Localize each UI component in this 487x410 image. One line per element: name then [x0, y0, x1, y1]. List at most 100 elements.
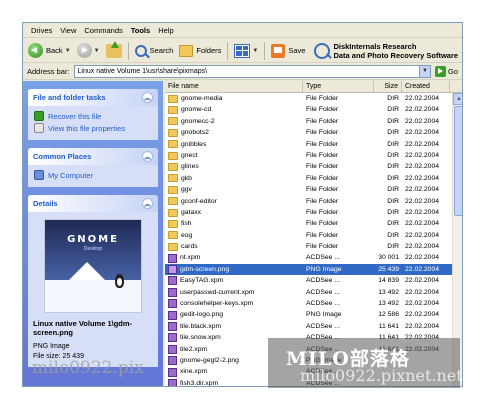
panel-header[interactable]: Details ︽ — [28, 195, 158, 212]
save-label: Save — [288, 46, 306, 55]
column-size[interactable]: Size — [374, 81, 402, 92]
menu-drives[interactable]: Drives — [27, 23, 56, 38]
cell-created: 22.02.2004 — [405, 186, 440, 194]
task-label: Recover this file — [48, 111, 102, 121]
cell-size: DIR — [387, 140, 399, 148]
cell-file-name: gdm-screen.png — [165, 264, 303, 275]
file-name-text: gedit-logo.png — [180, 311, 224, 319]
folder-icon — [168, 94, 178, 103]
cell-type: File Folder — [306, 106, 339, 114]
cell-created: 22.02.2004 — [405, 300, 440, 308]
address-input[interactable]: Linux native Volume 1\usr\share\pixmaps\… — [73, 65, 431, 78]
table-row[interactable]: gconf-editor File Folder DIR 22.02.2004 — [165, 196, 462, 207]
menu-view[interactable]: View — [56, 23, 80, 38]
table-row[interactable]: gnome-cd File Folder DIR 22.02.2004 — [165, 104, 462, 115]
preview-subtitle: Desktop — [83, 246, 103, 252]
cell-size: 13 492 — [378, 288, 399, 296]
column-created[interactable]: Created — [402, 81, 450, 92]
cell-size: DIR — [387, 129, 399, 137]
my-computer-link[interactable]: My Computer — [34, 169, 152, 181]
folder-icon — [168, 174, 178, 183]
cell-type: PNG Image — [306, 265, 342, 273]
table-row[interactable]: gnobots2 File Folder DIR 22.02.2004 — [165, 127, 462, 138]
cell-size: DIR — [387, 117, 399, 125]
table-row[interactable]: tile.black.xpm ACDSee ... 11 641 22.02.2004 — [165, 321, 462, 332]
image-file-icon — [168, 310, 177, 320]
recover-icon — [34, 111, 44, 121]
table-row[interactable]: eog File Folder DIR 22.02.2004 — [165, 230, 462, 241]
cell-type: File Folder — [306, 174, 339, 182]
column-type[interactable]: Type — [303, 81, 374, 92]
folder-icon — [168, 106, 178, 115]
table-row[interactable]: fish File Folder DIR 22.02.2004 — [165, 218, 462, 229]
cell-file-name: gconf-editor — [165, 196, 303, 207]
views-button[interactable]: ▼ — [231, 41, 261, 61]
table-row[interactable]: nt.xpm ACDSee ... 30 001 22.02.2004 — [165, 252, 462, 263]
table-row[interactable]: gedit-logo.png PNG Image 12 586 22.02.2004 — [165, 309, 462, 320]
table-row[interactable]: gnibbles File Folder DIR 22.02.2004 — [165, 139, 462, 150]
cell-type: File Folder — [306, 117, 339, 125]
menu-help[interactable]: Help — [154, 23, 177, 38]
up-folder-button[interactable] — [103, 40, 125, 61]
forward-button[interactable]: ▼ — [74, 41, 103, 61]
folders-label: Folders — [196, 46, 222, 55]
scroll-thumb[interactable] — [454, 106, 462, 216]
chevron-down-icon[interactable]: ▼ — [252, 48, 258, 54]
table-row[interactable]: ggv File Folder DIR 22.02.2004 — [165, 184, 462, 195]
cell-file-name: gnome-cd — [165, 104, 303, 115]
column-headers: File name Type Size Created — [165, 81, 462, 93]
brand-line-1: DiskInternals Research — [333, 41, 417, 51]
table-row[interactable]: userpasswd-current.xpm ACDSee ... 13 492 22… — [165, 287, 462, 298]
back-button[interactable]: Back ▼ — [25, 41, 74, 61]
scroll-up-icon[interactable]: ▲ — [453, 93, 462, 105]
collapse-chevron-icon[interactable]: ︽ — [142, 92, 153, 103]
folders-icon — [179, 44, 194, 57]
cell-file-name: gataxx — [165, 207, 303, 218]
image-file-icon — [168, 367, 177, 377]
search-label: Search — [149, 46, 174, 55]
cell-type: File Folder — [306, 151, 339, 159]
menu-commands[interactable]: Commands — [80, 23, 126, 38]
table-row[interactable]: cards File Folder DIR 22.02.2004 — [165, 241, 462, 252]
cell-file-name: gedit-logo.png — [165, 309, 303, 320]
properties-icon — [34, 123, 44, 133]
table-row[interactable]: gataxx File Folder DIR 22.02.2004 — [165, 207, 462, 218]
file-name-text: gconf-editor — [181, 197, 217, 205]
collapse-chevron-icon[interactable]: ︽ — [142, 198, 153, 209]
recover-file-link[interactable]: Recover this file — [34, 110, 152, 122]
panel-header[interactable]: Common Places ︽ — [28, 148, 158, 165]
save-button[interactable]: Save — [268, 41, 308, 61]
cell-type: File Folder — [306, 163, 339, 171]
cell-type: PNG Image — [306, 311, 342, 319]
cell-file-name: gnibbles — [165, 139, 303, 150]
file-name-text: eog — [181, 231, 193, 239]
collapse-chevron-icon[interactable]: ︽ — [142, 151, 153, 162]
chevron-down-icon[interactable]: ▼ — [65, 48, 71, 54]
table-row[interactable]: EasyTAG.xpm ACDSee ... 14 839 22.02.2004 — [165, 275, 462, 286]
search-button[interactable]: Search — [132, 41, 177, 61]
brand-logo[interactable]: DiskInternals Research Data and Photo Re… — [314, 42, 458, 60]
address-path: Linux native Volume 1\usr\share\pixmaps\ — [77, 68, 208, 75]
toolbar-divider — [264, 41, 266, 60]
table-row[interactable]: gnome-media File Folder DIR 22.02.2004 — [165, 93, 462, 104]
file-name-text: userpasswd-current.xpm — [180, 288, 255, 296]
folders-button[interactable]: Folders — [176, 41, 224, 61]
folder-icon — [168, 117, 178, 126]
chevron-down-icon[interactable]: ▼ — [94, 48, 100, 54]
panel-header[interactable]: File and folder tasks ︽ — [28, 89, 158, 106]
go-button[interactable]: Go — [434, 66, 458, 77]
table-row[interactable]: gnomecc-2 File Folder DIR 22.02.2004 — [165, 116, 462, 127]
column-file-name[interactable]: File name — [165, 81, 303, 92]
address-dropdown-icon[interactable]: ▼ — [418, 66, 430, 77]
explorer-window: Drives View Commands Tools Help Back ▼ ▼… — [22, 22, 463, 387]
menu-tools[interactable]: Tools — [127, 23, 154, 38]
table-row[interactable]: glines File Folder DIR 22.02.2004 — [165, 161, 462, 172]
cell-size: DIR — [387, 243, 399, 251]
cell-file-name: fish — [165, 218, 303, 229]
table-row[interactable]: consolehelper-keys.xpm ACDSee ... 13 492 22… — [165, 298, 462, 309]
file-properties-link[interactable]: View this file properties — [34, 122, 152, 134]
cell-created: 22.02.2004 — [405, 288, 440, 296]
table-row[interactable]: gnect File Folder DIR 22.02.2004 — [165, 150, 462, 161]
table-row[interactable]: gkb File Folder DIR 22.02.2004 — [165, 173, 462, 184]
table-row[interactable]: gdm-screen.png PNG Image 25 439 22.02.2004 — [165, 263, 462, 276]
